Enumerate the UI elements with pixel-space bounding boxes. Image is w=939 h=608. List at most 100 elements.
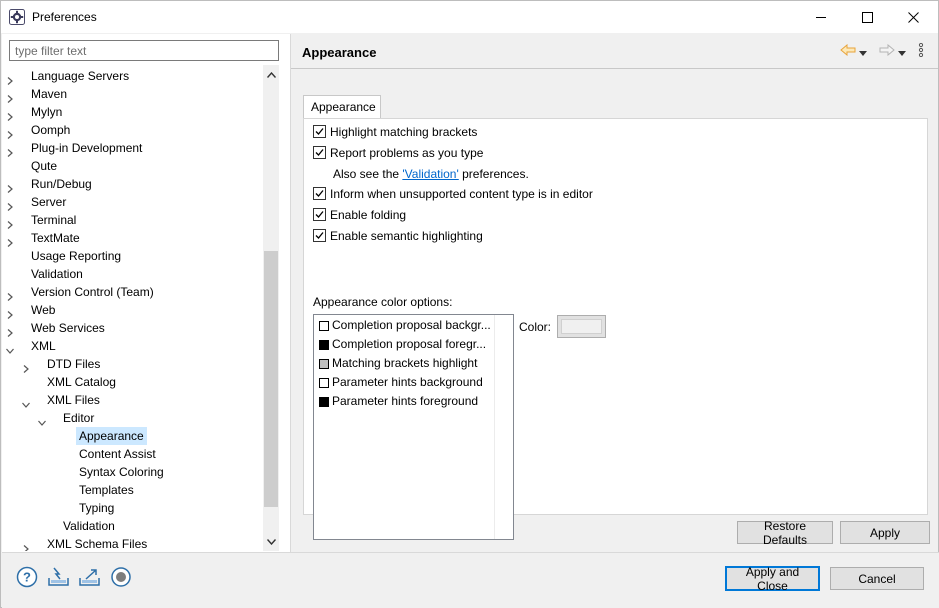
checkbox[interactable] [313, 187, 326, 200]
page-navigation [840, 42, 924, 60]
chevron-right-icon[interactable] [6, 216, 14, 229]
checkmark-icon [315, 128, 324, 135]
tree-item[interactable]: TextMate [2, 229, 262, 247]
tree-item-label: Web Services [31, 321, 105, 335]
checkbox-enable-folding[interactable]: Enable folding [313, 206, 406, 223]
tree-item[interactable]: Typing [2, 499, 262, 517]
tab-appearance[interactable]: Appearance [303, 95, 381, 119]
chevron-right-icon[interactable] [22, 360, 30, 373]
tree-item[interactable]: XML [2, 337, 262, 355]
apply-and-close-button[interactable]: Apply and Close [725, 565, 820, 593]
apply-button[interactable]: Apply [840, 521, 930, 544]
cancel-button[interactable]: Cancel [830, 567, 924, 590]
forward-menu-chevron-icon[interactable] [898, 45, 906, 59]
tree-item[interactable]: Web [2, 301, 262, 319]
color-picker-button[interactable] [557, 315, 606, 338]
tree-item[interactable]: XML Files [2, 391, 262, 409]
tree-item[interactable]: Usage Reporting [2, 247, 262, 265]
chevron-right-icon[interactable] [6, 126, 14, 139]
chevron-right-icon[interactable] [6, 324, 14, 337]
color-swatch-icon [319, 396, 329, 407]
maximize-button[interactable] [844, 1, 890, 33]
checkbox-enable-semantic-highlighting[interactable]: Enable semantic highlighting [313, 227, 483, 244]
filter-input[interactable] [9, 40, 279, 61]
restore-defaults-button[interactable]: Restore Defaults [737, 519, 833, 547]
forward-arrow-icon[interactable] [879, 43, 895, 59]
color-label: Color: [519, 320, 552, 334]
tree-item[interactable]: Language Servers [2, 67, 262, 85]
chevron-right-icon[interactable] [6, 108, 14, 121]
color-option-item[interactable]: Completion proposal foregr... [319, 335, 486, 354]
checkbox-report-problems[interactable]: Report problems as you type [313, 144, 483, 161]
checkbox[interactable] [313, 125, 326, 138]
tree-item[interactable]: Templates [2, 481, 262, 499]
record-icon[interactable] [110, 566, 132, 588]
tree-item[interactable]: Syntax Coloring [2, 463, 262, 481]
tree-item[interactable]: Plug-in Development [2, 139, 262, 157]
view-menu-icon[interactable] [918, 42, 924, 60]
color-swatch-icon [319, 339, 329, 350]
checkbox[interactable] [313, 229, 326, 242]
tree-scrollbar[interactable] [263, 65, 279, 551]
tree-item[interactable]: XML Catalog [2, 373, 262, 391]
color-option-label: Matching brackets highlight [332, 356, 478, 370]
tree-item[interactable]: Validation [2, 265, 262, 283]
tree-item[interactable]: Maven [2, 85, 262, 103]
tree-item[interactable]: Qute [2, 157, 262, 175]
checkmark-icon [315, 232, 324, 239]
tree-item[interactable]: Web Services [2, 319, 262, 337]
back-menu-chevron-icon[interactable] [859, 45, 867, 59]
window-title: Preferences [32, 10, 97, 24]
chevron-down-icon[interactable] [6, 342, 14, 354]
svg-text:?: ? [23, 570, 31, 585]
checkbox[interactable] [313, 146, 326, 159]
tree-item[interactable]: Editor [2, 409, 262, 427]
tree-item[interactable]: Appearance [2, 427, 262, 445]
color-option-item[interactable]: Matching brackets highlight [319, 354, 477, 373]
import-icon[interactable] [47, 566, 69, 588]
tree-item[interactable]: Run/Debug [2, 175, 262, 193]
color-options-list[interactable]: Completion proposal backgr... Completion … [313, 314, 514, 540]
help-icon[interactable]: ? [16, 566, 38, 588]
color-swatch [561, 319, 602, 334]
checkbox-inform-unsupported-content[interactable]: Inform when unsupported content type is … [313, 185, 593, 202]
color-option-item[interactable]: Parameter hints background [319, 373, 483, 392]
tree-item[interactable]: Version Control (Team) [2, 283, 262, 301]
chevron-right-icon[interactable] [6, 90, 14, 103]
minimize-button[interactable] [798, 1, 844, 33]
tree-item[interactable]: DTD Files [2, 355, 262, 373]
chevron-down-icon [266, 538, 276, 545]
color-option-item[interactable]: Parameter hints foreground [319, 392, 478, 411]
chevron-right-icon[interactable] [6, 288, 14, 301]
close-button[interactable] [890, 1, 936, 33]
export-icon[interactable] [78, 566, 100, 588]
chevron-right-icon[interactable] [6, 198, 14, 211]
chevron-right-icon[interactable] [6, 180, 14, 193]
color-option-item[interactable]: Completion proposal backgr... [319, 316, 491, 335]
checkbox-highlight-matching-brackets[interactable]: Highlight matching brackets [313, 123, 477, 140]
chevron-right-icon[interactable] [6, 234, 14, 247]
tree-item-label: Version Control (Team) [31, 285, 154, 299]
chevron-right-icon[interactable] [6, 72, 14, 85]
eclipse-gear-icon [9, 9, 25, 25]
tree-item[interactable]: Mylyn [2, 103, 262, 121]
tree-item[interactable]: Validation [2, 517, 262, 535]
scroll-thumb[interactable] [264, 251, 278, 507]
scroll-down-button[interactable] [263, 533, 279, 550]
tree-item[interactable]: Content Assist [2, 445, 262, 463]
chevron-down-icon[interactable] [22, 396, 30, 408]
tree-item[interactable]: XML Schema Files [2, 535, 262, 551]
chevron-right-icon[interactable] [6, 306, 14, 319]
tree-item[interactable]: Terminal [2, 211, 262, 229]
appearance-tab-panel: Highlight matching brackets Report probl… [303, 118, 928, 540]
validation-link[interactable]: 'Validation' [402, 167, 458, 181]
scroll-up-button[interactable] [263, 66, 279, 83]
chevron-down-icon[interactable] [38, 414, 46, 426]
chevron-right-icon[interactable] [6, 144, 14, 157]
back-arrow-icon[interactable] [840, 43, 856, 59]
tree-item[interactable]: Server [2, 193, 262, 211]
tree-item[interactable]: Oomph [2, 121, 262, 139]
checkmark-icon [315, 149, 324, 156]
checkbox[interactable] [313, 208, 326, 221]
chevron-right-icon[interactable] [22, 540, 30, 551]
